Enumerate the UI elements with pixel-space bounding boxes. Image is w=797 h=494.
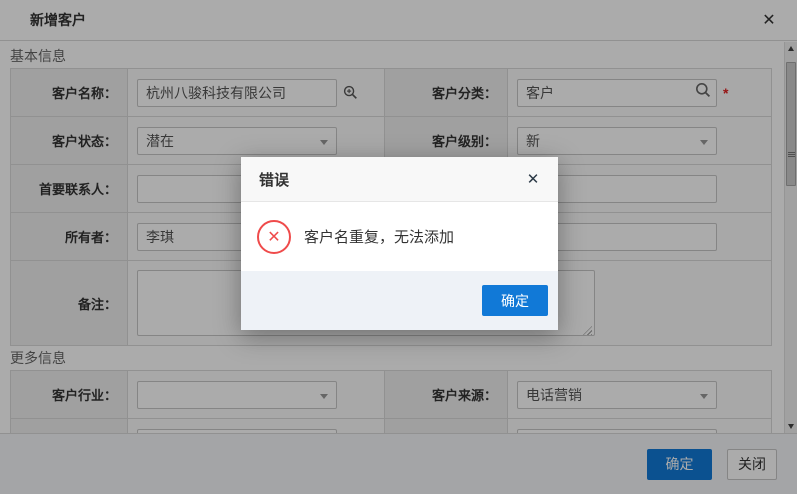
error-modal-footer: 确定 [241,271,558,330]
error-circle-x-icon: ✕ [257,220,291,254]
error-message: 客户名重复，无法添加 [304,226,454,247]
error-modal-header: 错误 ✕ [241,157,558,202]
error-modal-body: ✕ 客户名重复，无法添加 [241,202,558,271]
error-modal-title: 错误 [259,169,289,190]
error-ok-button[interactable]: 确定 [482,285,548,316]
error-modal: 错误 ✕ ✕ 客户名重复，无法添加 确定 [241,157,558,330]
error-modal-close-icon[interactable]: ✕ [523,170,543,188]
